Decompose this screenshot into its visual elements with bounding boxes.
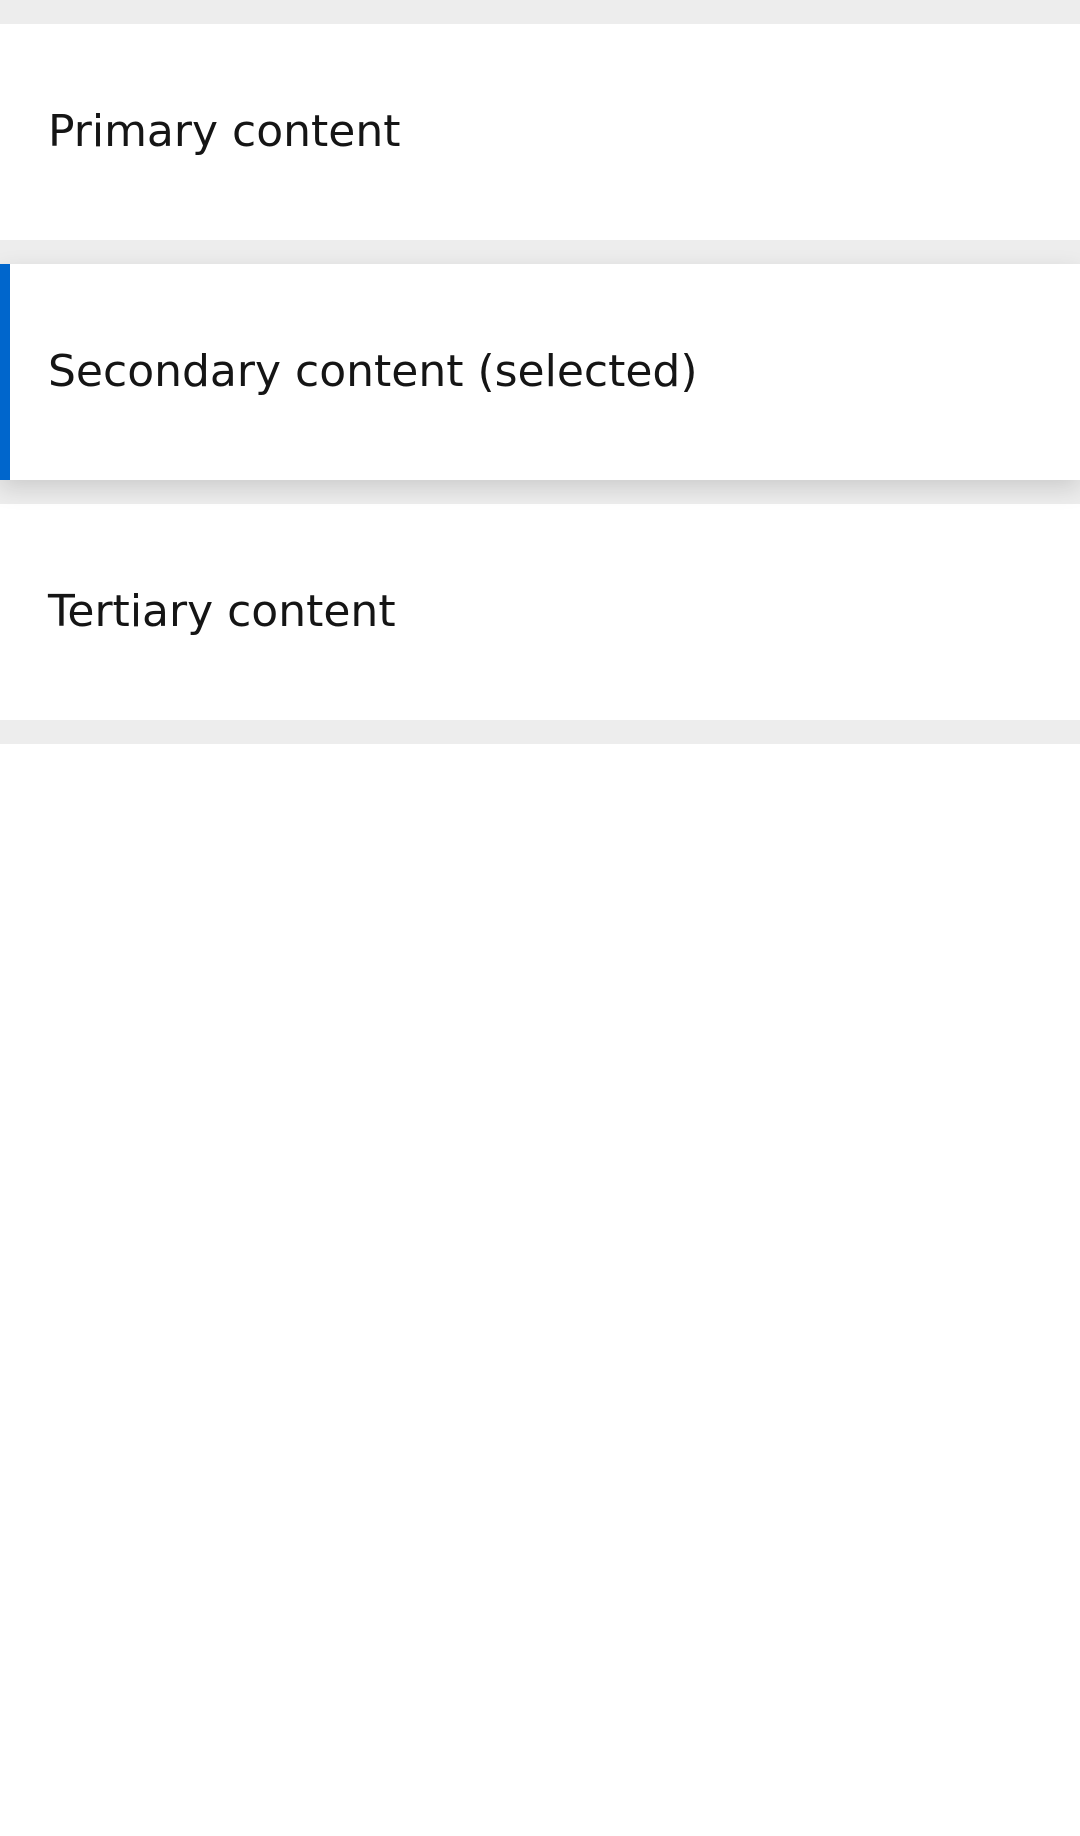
list-item-label: Tertiary content: [48, 586, 396, 637]
list-item-primary[interactable]: Primary content: [0, 24, 1080, 240]
data-list: Primary content Secondary content (selec…: [0, 0, 1080, 744]
list-item-secondary[interactable]: Secondary content (selected): [0, 264, 1080, 480]
list-item-label: Secondary content (selected): [48, 346, 698, 397]
list-item-label: Primary content: [48, 106, 401, 157]
page: Primary content Secondary content (selec…: [0, 0, 1080, 1836]
list-item-tertiary[interactable]: Tertiary content: [0, 504, 1080, 720]
selected-indicator: [0, 264, 10, 480]
